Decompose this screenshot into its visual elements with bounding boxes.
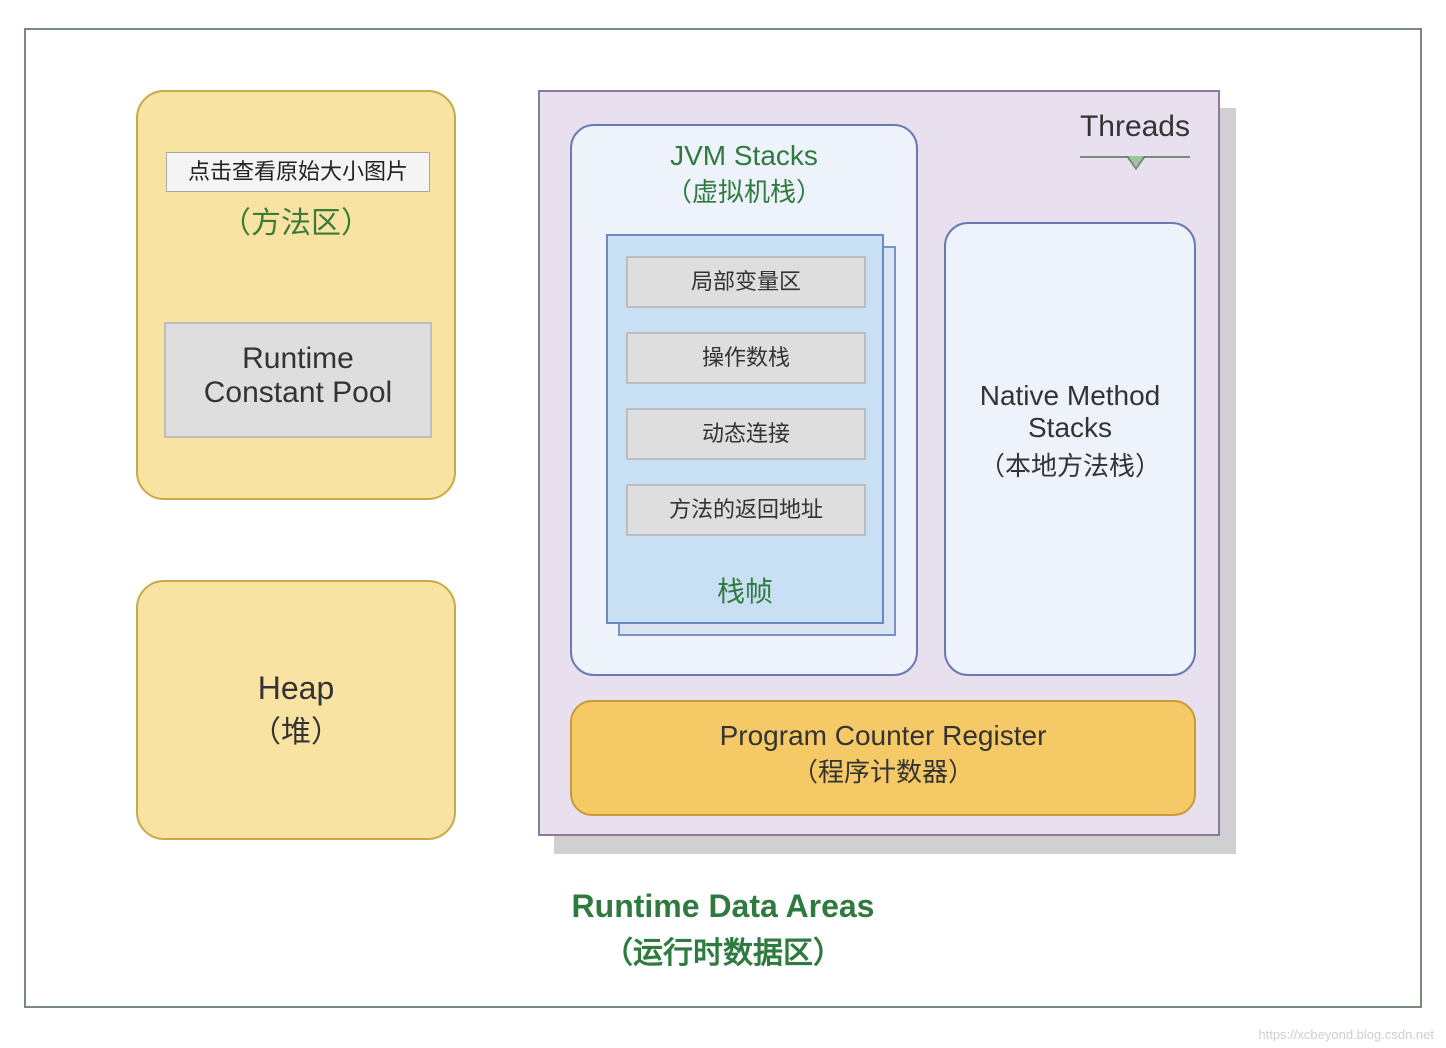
frame-slot-local-vars: 局部变量区 (626, 256, 866, 308)
native-stacks-line2: Stacks (946, 412, 1194, 444)
heap-box: Heap （堆） (136, 580, 456, 840)
jvm-stacks-subtitle: （虚拟机栈） (572, 172, 916, 209)
pc-register-subtitle: （程序计数器） (572, 752, 1194, 789)
native-stacks-subtitle: （本地方法栈） (946, 446, 1194, 483)
threads-indicator-icon (1080, 150, 1190, 168)
jvm-stacks-title: JVM Stacks (572, 140, 916, 172)
jvm-stacks-box: JVM Stacks （虚拟机栈） 局部变量区 操作数栈 动态连接 方法的返回地… (570, 124, 918, 676)
method-area-subtitle: （方法区） (138, 198, 454, 242)
native-method-stacks-box: Native Method Stacks （本地方法栈） (944, 222, 1196, 676)
diagram-subtitle: （运行时数据区） (26, 928, 1420, 972)
program-counter-register-box: Program Counter Register （程序计数器） (570, 700, 1196, 816)
frame-slot-operand-stack: 操作数栈 (626, 332, 866, 384)
constant-pool-line1: Runtime (166, 342, 430, 376)
pc-register-title: Program Counter Register (572, 720, 1194, 752)
frame-slot-dynamic-link: 动态连接 (626, 408, 866, 460)
threads-box: Threads JVM Stacks （虚拟机栈） 局部变量区 操作数栈 动态连… (538, 90, 1220, 836)
heap-subtitle: （堆） (138, 707, 454, 751)
constant-pool-line2: Constant Pool (166, 376, 430, 410)
stack-frame-label: 栈帧 (608, 570, 882, 610)
image-tooltip: 点击查看原始大小图片 (166, 152, 430, 192)
diagram-title: Runtime Data Areas (26, 888, 1420, 925)
stack-frame-box: 局部变量区 操作数栈 动态连接 方法的返回地址 栈帧 (606, 234, 884, 624)
runtime-data-areas-container: 点击查看原始大小图片 （方法区） Runtime Constant Pool H… (24, 28, 1422, 1008)
native-stacks-line1: Native Method (946, 380, 1194, 412)
watermark-text: https://xcbeyond.blog.csdn.net (1258, 1027, 1434, 1042)
heap-title: Heap (138, 670, 454, 707)
threads-label: Threads (1080, 110, 1190, 144)
frame-slot-return-addr: 方法的返回地址 (626, 484, 866, 536)
runtime-constant-pool-box: Runtime Constant Pool (164, 322, 432, 438)
method-area-box: 点击查看原始大小图片 （方法区） Runtime Constant Pool (136, 90, 456, 500)
